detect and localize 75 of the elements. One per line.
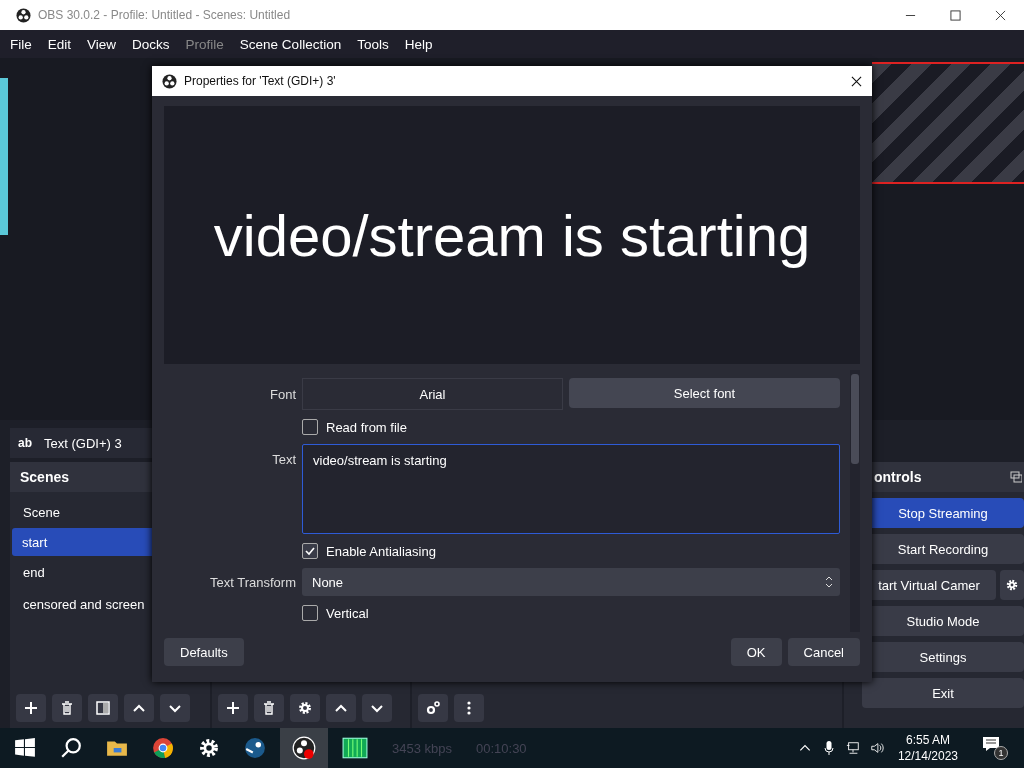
recorder-app-icon xyxy=(292,736,316,760)
menu-item[interactable]: Scene Collection xyxy=(239,36,342,52)
undock-icon[interactable] xyxy=(1010,471,1022,483)
gears-icon xyxy=(425,700,441,716)
dialog-button[interactable]: OK xyxy=(730,638,782,666)
clock-time: 6:55 AM xyxy=(905,732,950,748)
dropdown-field[interactable]: None xyxy=(302,568,840,596)
menu-item[interactable]: File xyxy=(10,36,32,52)
message-icon xyxy=(982,736,1000,752)
add-button[interactable] xyxy=(218,694,248,722)
notification-button[interactable]: 1 xyxy=(982,736,1008,760)
settings-icon[interactable] xyxy=(198,737,220,759)
game-client-icon[interactable] xyxy=(244,737,266,759)
more-options-button[interactable] xyxy=(454,694,484,722)
text-input-field[interactable]: video/stream is starting xyxy=(302,444,840,534)
field-label: Text xyxy=(271,451,296,467)
field-label: Text Transform xyxy=(209,574,296,590)
filter-icon xyxy=(95,700,111,716)
close-icon[interactable] xyxy=(995,9,1006,21)
dialog-title: Properties for 'Text (GDI+) 3' xyxy=(184,74,336,88)
move-up-button[interactable] xyxy=(124,694,154,722)
plus-icon xyxy=(23,700,39,716)
menu-item[interactable]: Docks xyxy=(132,36,170,52)
network-icon[interactable] xyxy=(845,740,860,756)
add-button[interactable] xyxy=(16,694,46,722)
font-value: Arial xyxy=(302,378,563,410)
meter-app-icon[interactable] xyxy=(342,737,368,759)
checkbox-label: Read from file xyxy=(326,419,407,435)
plus-icon xyxy=(225,700,241,716)
delete-button[interactable] xyxy=(52,694,82,722)
gear-icon xyxy=(297,700,313,716)
menu-item[interactable]: Help xyxy=(404,36,433,52)
close-icon[interactable] xyxy=(851,75,862,87)
menu-item[interactable]: Tools xyxy=(357,36,389,52)
control-button[interactable]: Exit xyxy=(862,678,1024,708)
windows-start-icon[interactable] xyxy=(14,737,36,759)
dialog-button[interactable]: Cancel xyxy=(787,638,860,666)
menu-item[interactable]: Edit xyxy=(47,36,72,52)
speaker-icon[interactable] xyxy=(869,740,884,756)
dock-title: ontrols xyxy=(874,469,922,485)
source-label[interactable]: Text (GDI+) 3 xyxy=(44,435,122,451)
move-down-button[interactable] xyxy=(362,694,392,722)
scrollbar[interactable] xyxy=(850,370,860,632)
settings-button[interactable] xyxy=(290,694,320,722)
checkbox[interactable] xyxy=(302,543,318,559)
checkbox[interactable] xyxy=(302,419,318,435)
delete-button[interactable] xyxy=(254,694,284,722)
notification-count: 1 xyxy=(994,746,1008,760)
checkbox-label: Vertical xyxy=(326,605,369,621)
gear-icon xyxy=(1005,578,1019,592)
preview-text: video/stream is starting xyxy=(213,201,811,269)
microphone-icon[interactable] xyxy=(821,740,836,756)
text-source-icon: ab xyxy=(18,436,32,450)
maximize-icon[interactable] xyxy=(950,9,961,21)
app-logo-icon xyxy=(162,73,177,89)
checkbox[interactable] xyxy=(302,605,318,621)
advanced-settings-button[interactable] xyxy=(418,694,448,722)
trash-icon xyxy=(59,700,75,716)
browser-icon[interactable] xyxy=(152,737,174,759)
move-down-button[interactable] xyxy=(160,694,190,722)
dialog-button[interactable]: Defaults xyxy=(164,638,244,666)
clock-date: 12/14/2023 xyxy=(897,748,958,764)
updown-caret-icon xyxy=(824,575,834,589)
app-logo-icon xyxy=(16,7,31,23)
settings-button[interactable] xyxy=(1000,570,1024,600)
checkbox-label: Enable Antialiasing xyxy=(326,543,436,559)
window-title: OBS 30.0.2 - Profile: Untitled - Scenes: Untitled xyxy=(38,8,291,22)
trash-icon xyxy=(261,700,277,716)
filter-button[interactable] xyxy=(88,694,118,722)
recorder-taskbar-button[interactable] xyxy=(280,728,328,768)
select-font-button[interactable]: Select font xyxy=(569,378,840,408)
field-label: Font xyxy=(269,386,296,402)
menu-item[interactable]: View xyxy=(87,36,117,52)
search-icon[interactable] xyxy=(60,737,82,759)
move-up-button[interactable] xyxy=(326,694,356,722)
